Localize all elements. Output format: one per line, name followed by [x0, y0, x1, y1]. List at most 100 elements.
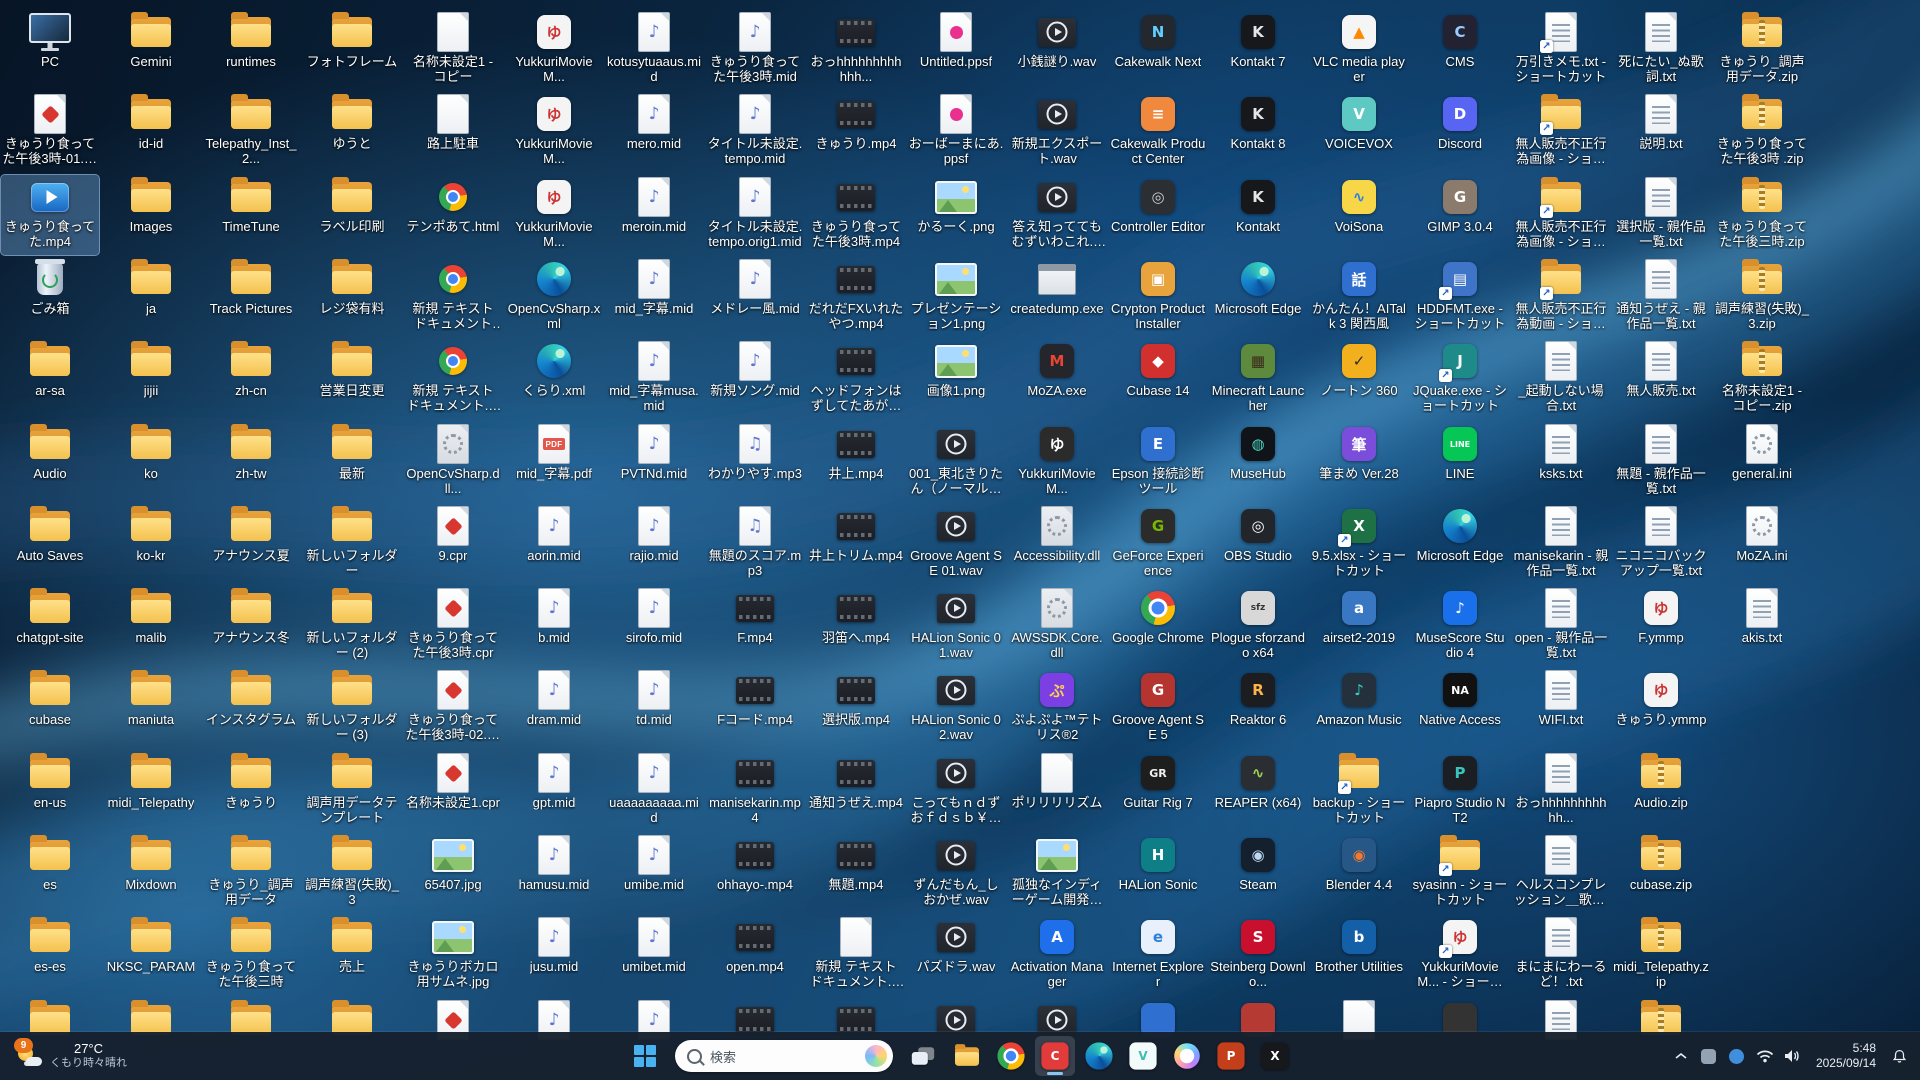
desktop-icon[interactable]: おっhhhhhhhhhhhh...	[807, 10, 905, 90]
desktop-icon[interactable]: id-id	[102, 92, 200, 172]
desktop-icon[interactable]: NANative Access	[1411, 668, 1509, 748]
desktop-icon[interactable]: chatgpt-site	[1, 586, 99, 666]
desktop-icon[interactable]: 新規 テキスト ドキュメント.musicxml	[807, 915, 905, 995]
desktop-icon[interactable]: アナウンス夏	[202, 504, 300, 584]
desktop-icon[interactable]: だれだFXいれたやつ.mp4	[807, 257, 905, 337]
desktop-icon[interactable]: フォトフレーム	[303, 10, 401, 90]
desktop-icon[interactable]: ぷぷよぷよ™テトリス®2	[1008, 668, 1106, 748]
desktop-icon[interactable]: 001_東北きりたん（ノーマル）_今しゃ...	[907, 422, 1005, 502]
desktop-icon[interactable]: ◉Steam	[1209, 833, 1307, 913]
desktop-icon[interactable]: ▲VLC media player	[1310, 10, 1408, 90]
taskbar-app-edge[interactable]	[1079, 1036, 1119, 1076]
desktop-icon[interactable]: midi_Telepathy.zip	[1612, 915, 1710, 995]
desktop-icon[interactable]: ゆYukkuriMovieM...	[505, 10, 603, 90]
desktop-icon[interactable]: VVOICEVOX	[1310, 92, 1408, 172]
desktop-icon[interactable]: 調声用データテンプレート	[303, 751, 401, 831]
desktop-icon[interactable]: ▦Minecraft Launcher	[1209, 339, 1307, 419]
desktop-icon[interactable]: MoZA.ini	[1713, 504, 1811, 584]
tray-app-icon-2[interactable]	[1724, 1038, 1750, 1074]
desktop-icon[interactable]: Microsoft Edge	[1209, 257, 1307, 337]
desktop-icon[interactable]: MMoZA.exe	[1008, 339, 1106, 419]
desktop-icon[interactable]: ◎OBS Studio	[1209, 504, 1307, 584]
desktop-icon[interactable]: 通知うぜえ - 親作品一覧.txt	[1612, 257, 1710, 337]
desktop-icon[interactable]: かるーく.png	[907, 175, 1005, 255]
desktop-icon[interactable]: cubase	[1, 668, 99, 748]
desktop-icon[interactable]: manisekarin - 親作品一覧.txt	[1512, 504, 1610, 584]
desktop-icon[interactable]: PPiapro Studio NT2	[1411, 751, 1509, 831]
desktop-icon[interactable]: 選択版 - 親作品一覧.txt	[1612, 175, 1710, 255]
desktop-icon[interactable]: ♪タイトル未設定.tempo.mid	[706, 92, 804, 172]
desktop-icon[interactable]: ♪aorin.mid	[505, 504, 603, 584]
taskbar-app-chrome[interactable]	[991, 1036, 1031, 1076]
desktop-icon[interactable]: KKontakt 8	[1209, 92, 1307, 172]
desktop-icon[interactable]: テンポあて.html	[404, 175, 502, 255]
desktop-icon[interactable]: ▤↗HDDFMT.exe - ショートカット	[1411, 257, 1509, 337]
desktop-icon[interactable]: ✓ノートン 360	[1310, 339, 1408, 419]
desktop-icon[interactable]: 孤独なインディーゲーム開発者の一生...	[1008, 833, 1106, 913]
desktop-icon[interactable]: ♪b.mid	[505, 586, 603, 666]
taskbar-app-task-view[interactable]	[903, 1036, 943, 1076]
weather-widget[interactable]: 9 27°C くもり時々晴れ	[6, 1036, 137, 1076]
wifi-icon[interactable]	[1752, 1038, 1778, 1074]
desktop-icon[interactable]: ♪rajio.mid	[605, 504, 703, 584]
desktop-icon[interactable]: PC	[1, 10, 99, 90]
desktop-icon[interactable]: こってもｎｄずおｆｄｓｂ￥ｂお.wav	[907, 751, 1005, 831]
desktop-icon[interactable]: LINELINE	[1411, 422, 1509, 502]
desktop-icon[interactable]: ♪mid_字幕musa.mid	[605, 339, 703, 419]
desktop-icon[interactable]: en-us	[1, 751, 99, 831]
desktop-icon[interactable]: 羽笛へ.mp4	[807, 586, 905, 666]
desktop-icon[interactable]: ヘルスコンプレッション＿歌詞.txt	[1512, 833, 1610, 913]
desktop-icon[interactable]: インスタグラム	[202, 668, 300, 748]
desktop-icon[interactable]: open - 親作品一覧.txt	[1512, 586, 1610, 666]
desktop-icon[interactable]: きゅうりボカロ用サムネ.jpg	[404, 915, 502, 995]
tray-app-icon-1[interactable]	[1696, 1038, 1722, 1074]
desktop-icon[interactable]: 画像1.png	[907, 339, 1005, 419]
taskbar-app-file-explorer[interactable]	[947, 1036, 987, 1076]
desktop-icon[interactable]: ≡Cakewalk Product Center	[1109, 92, 1207, 172]
desktop-icon[interactable]: ラベル印刷	[303, 175, 401, 255]
desktop-icon[interactable]: 選択版.mp4	[807, 668, 905, 748]
desktop-icon[interactable]: PDFmid_字幕.pdf	[505, 422, 603, 502]
desktop-icon[interactable]: general.ini	[1713, 422, 1811, 502]
desktop-icon[interactable]: きゅうり_調声用データ.zip	[1713, 10, 1811, 90]
desktop-icon[interactable]: ゆF.ymmp	[1612, 586, 1710, 666]
desktop-icon[interactable]: 調声練習(失敗)_3	[303, 833, 401, 913]
desktop-icon[interactable]: KKontakt	[1209, 175, 1307, 255]
desktop-icon[interactable]: ♪umibet.mid	[605, 915, 703, 995]
desktop-icon[interactable]: ◍MuseHub	[1209, 422, 1307, 502]
desktop-icon[interactable]: eInternet Explorer	[1109, 915, 1207, 995]
desktop-icon[interactable]: ▣Crypton Product Installer	[1109, 257, 1207, 337]
desktop-icon[interactable]: _起動しない場合.txt	[1512, 339, 1610, 419]
desktop-icon[interactable]: Telepathy_Inst_2...	[202, 92, 300, 172]
desktop-icon[interactable]: ksks.txt	[1512, 422, 1610, 502]
desktop-icon[interactable]: maniuta	[102, 668, 200, 748]
desktop-icon[interactable]: Audio	[1, 422, 99, 502]
clock[interactable]: 5:48 2025/09/14	[1808, 1041, 1884, 1071]
notification-bell-icon[interactable]	[1886, 1038, 1912, 1074]
desktop-icon[interactable]: ♪hamusu.mid	[505, 833, 603, 913]
desktop-icon[interactable]: ↗syasinn - ショートカット	[1411, 833, 1509, 913]
desktop-icon[interactable]: TimeTune	[202, 175, 300, 255]
desktop-icon[interactable]: レジ袋有料	[303, 257, 401, 337]
desktop-icon[interactable]: AWSSDK.Core.dll	[1008, 586, 1106, 666]
desktop-icon[interactable]: SSteinberg Downlo...	[1209, 915, 1307, 995]
desktop-icon[interactable]: きゅうり.mp4	[807, 92, 905, 172]
desktop-icon[interactable]: Untitled.ppsf	[907, 10, 1005, 90]
desktop-icon[interactable]: ♪Amazon Music	[1310, 668, 1408, 748]
desktop-icon[interactable]: open.mp4	[706, 915, 804, 995]
desktop-icon[interactable]: 9.cpr	[404, 504, 502, 584]
desktop-icon[interactable]: ♪きゅうり食ってた午後3時.mid	[706, 10, 804, 90]
desktop-icon[interactable]: くらり.xml	[505, 339, 603, 419]
desktop-icon[interactable]: 説明.txt	[1612, 92, 1710, 172]
desktop-icon[interactable]: ja	[102, 257, 200, 337]
desktop-icon[interactable]: GRGuitar Rig 7	[1109, 751, 1207, 831]
desktop-icon[interactable]: sfzPlogue sforzando x64	[1209, 586, 1307, 666]
desktop-icon[interactable]: 無人販売.txt	[1612, 339, 1710, 419]
desktop-icon[interactable]: ♪mid_字幕.mid	[605, 257, 703, 337]
desktop-icon[interactable]: OpenCvSharp.xml	[505, 257, 603, 337]
desktop-icon[interactable]: ♪meroin.mid	[605, 175, 703, 255]
desktop-icon[interactable]: 新規 テキスト ドキュメント.html	[404, 339, 502, 419]
desktop-icon[interactable]: 井上.mp4	[807, 422, 905, 502]
desktop-icon[interactable]: 65407.jpg	[404, 833, 502, 913]
desktop-icon[interactable]: 無題.mp4	[807, 833, 905, 913]
